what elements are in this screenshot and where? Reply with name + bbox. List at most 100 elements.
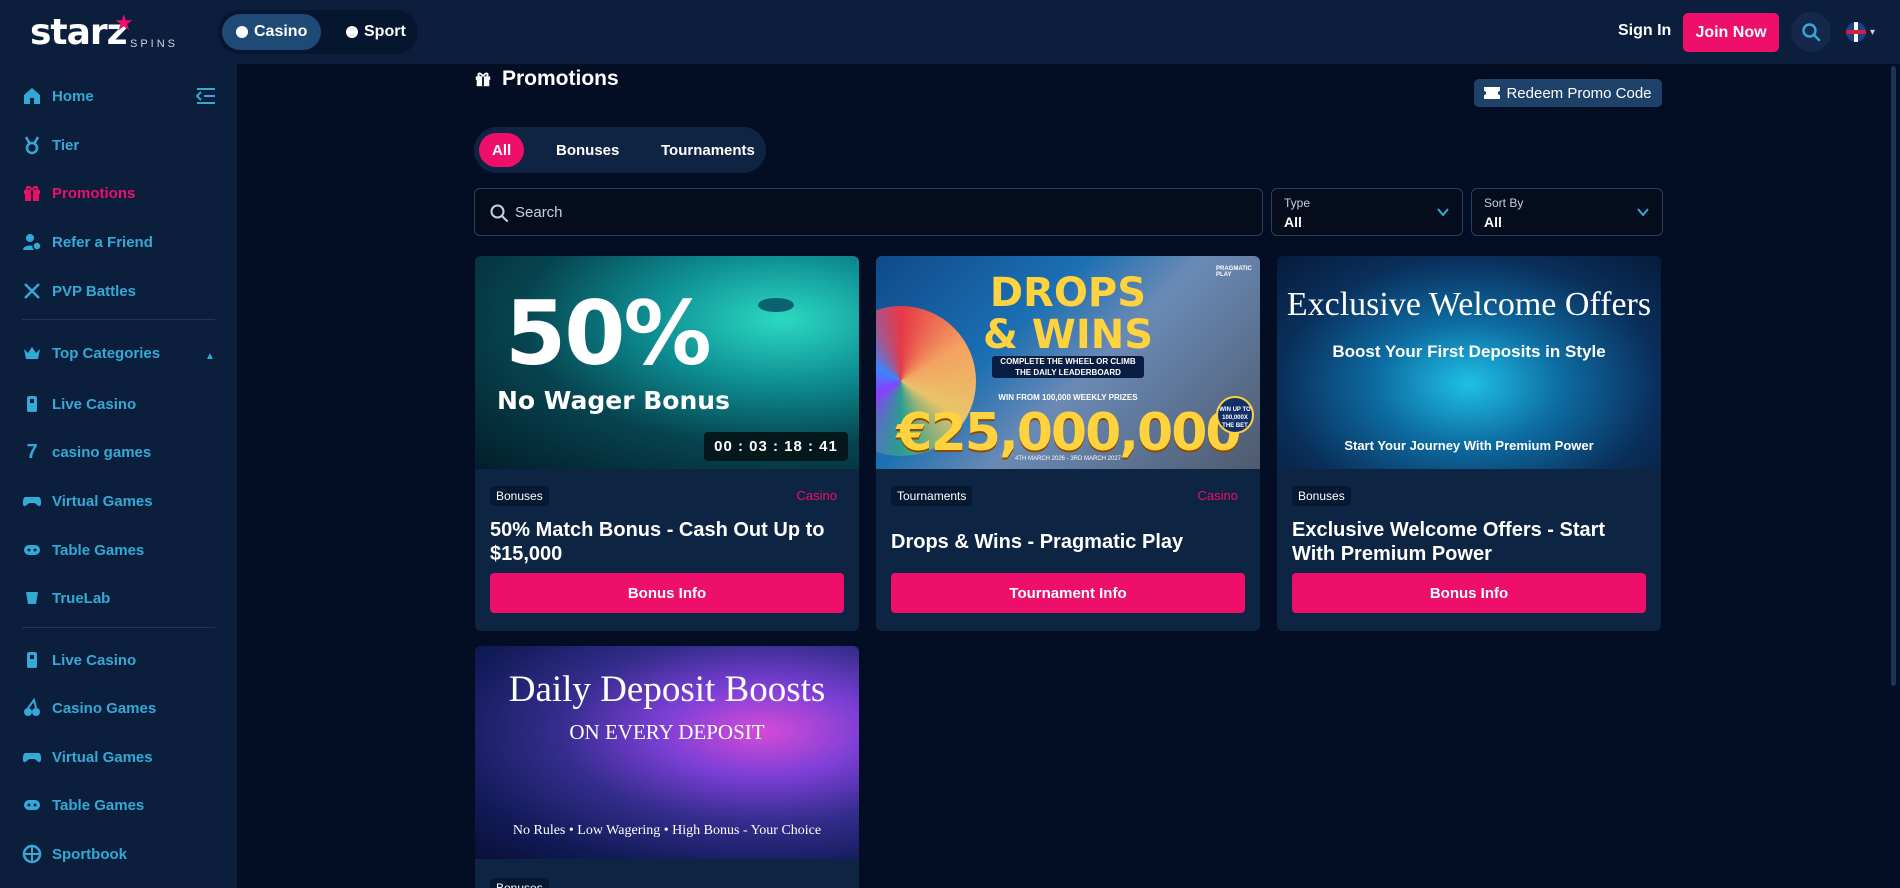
promo-banner[interactable]: Exclusive Welcome Offers Boost Your Firs…	[1277, 256, 1661, 469]
banner-headline: 50%	[505, 282, 712, 385]
page-title: Promotions	[474, 67, 619, 91]
dealer-icon	[27, 396, 37, 412]
banner-footer: No Rules • Low Wagering • High Bonus - Y…	[512, 823, 822, 838]
cherries-icon	[24, 698, 40, 716]
swords-icon	[24, 283, 40, 299]
sidebar-item-tier[interactable]: Tier	[22, 135, 79, 155]
sort-by-select[interactable]: Sort By All	[1471, 188, 1663, 236]
scrollbar-thumb[interactable]	[1891, 66, 1896, 686]
sidebar-item-casino-games[interactable]: 7 casino games	[22, 442, 151, 462]
sidebar-item-label: Live Casino	[52, 651, 137, 669]
promo-banner[interactable]: 50% No Wager Bonus 00 : 03 : 18 : 41	[475, 256, 859, 469]
sidebar-item-casino-games-2[interactable]: Casino Games	[22, 698, 156, 718]
sidebar-item-label: Refer a Friend	[52, 233, 153, 251]
sidebar-item-pvp-battles[interactable]: PVP Battles	[22, 281, 136, 301]
tab-tournaments[interactable]: Tournaments	[649, 133, 767, 167]
uk-flag-icon	[1846, 22, 1866, 42]
sidebar-item-label: Casino Games	[52, 699, 157, 717]
tab-bonuses[interactable]: Bonuses	[544, 133, 631, 167]
sign-in-link[interactable]: Sign In	[1618, 22, 1671, 40]
sidebar-item-label: Virtual Games	[52, 492, 153, 510]
sidebar-item-label: TrueLab	[52, 589, 111, 607]
user-plus-icon	[23, 234, 42, 251]
promo-banner[interactable]: PRAGMATIC PLAY DROPS & WINS COMPLETE THE…	[876, 256, 1260, 469]
sidebar-item-sportbook[interactable]: Sportbook	[22, 844, 127, 864]
banner-win-badge: WIN UP TO 100,000X THE BET	[1216, 396, 1254, 434]
sidebar-item-live-casino[interactable]: Live Casino	[22, 394, 136, 414]
ticket-icon	[1484, 87, 1501, 99]
table-icon	[24, 800, 40, 810]
top-header: starz ★ SPINS Casino Sport Sign In Join …	[0, 0, 1900, 64]
banner-dates: 4TH MARCH 2026 - 3RD MARCH 2027	[1014, 456, 1122, 462]
truelab-icon	[26, 592, 38, 604]
top-categories-label: Top Categories	[52, 344, 161, 362]
banner-headline: Daily Deposit Boosts	[508, 669, 826, 710]
medal-icon	[24, 136, 40, 155]
header-search-button[interactable]	[1791, 12, 1831, 52]
sidebar-item-table-games[interactable]: Table Games	[22, 540, 144, 560]
sidebar-item-label: PVP Battles	[52, 282, 136, 300]
sort-label: Sort By	[1484, 196, 1524, 210]
sidebar-item-table-games-2[interactable]: Table Games	[22, 795, 144, 815]
banner-subline: No Wager Bonus	[497, 386, 730, 415]
chevron-up-icon[interactable]: ▲	[205, 351, 215, 362]
promotion-tabs: All Bonuses Tournaments	[474, 127, 766, 173]
tournament-info-button[interactable]: Tournament Info	[891, 573, 1245, 613]
search-icon	[490, 204, 508, 222]
promo-type-badge: Tournaments	[891, 486, 973, 506]
promo-title: Drops & Wins - Pragmatic Play	[891, 531, 1184, 553]
logo-subtext: SPINS	[130, 38, 179, 50]
sidebar: Home Tier Promotions Refer a Friend PVP …	[0, 64, 237, 888]
banner-instructions: COMPLETE THE WHEEL OR CLIMB THE DAILY LE…	[992, 356, 1144, 378]
casino-mode-label: Casino	[254, 23, 308, 40]
sidebar-item-virtual-games[interactable]: Virtual Games	[22, 491, 153, 511]
collapse-sidebar-icon[interactable]	[195, 86, 217, 106]
promo-banner[interactable]: Daily Deposit Boosts ON EVERY DEPOSIT No…	[475, 646, 859, 859]
page-title-text: Promotions	[502, 67, 619, 90]
sidebar-item-refer-a-friend[interactable]: Refer a Friend	[22, 232, 153, 252]
logo-text: starz	[30, 12, 128, 53]
sidebar-item-label: Table Games	[52, 541, 145, 559]
tab-all[interactable]: All	[479, 133, 525, 167]
gamepad-icon	[22, 497, 42, 507]
sidebar-item-label: casino games	[52, 443, 152, 461]
banner-subline: Boost Your First Deposits in Style	[1332, 342, 1606, 361]
redeem-promo-code-button[interactable]: Redeem Promo Code	[1474, 79, 1662, 107]
casino-mode-button[interactable]: Casino	[222, 14, 322, 50]
chevron-down-icon	[1637, 208, 1649, 217]
sidebar-item-promotions[interactable]: Promotions	[22, 183, 135, 203]
sidebar-item-live-casino-2[interactable]: Live Casino	[22, 650, 136, 670]
ball-icon	[346, 26, 358, 38]
promotion-card: Exclusive Welcome Offers Boost Your Firs…	[1277, 256, 1661, 631]
banner-amount: €25,000,000	[896, 403, 1241, 463]
sidebar-divider	[22, 627, 215, 628]
search-input[interactable]	[515, 189, 1255, 235]
promo-title: 50% Match Bonus - Cash Out Up to $15,000	[490, 519, 825, 565]
chevron-down-icon	[1437, 208, 1449, 217]
sidebar-item-truelab[interactable]: TrueLab	[22, 588, 110, 608]
sport-mode-button[interactable]: Sport	[332, 14, 420, 50]
sidebar-item-label: Sportbook	[52, 845, 127, 863]
sort-value: All	[1484, 214, 1502, 230]
type-select[interactable]: Type All	[1271, 188, 1463, 236]
bonus-info-button[interactable]: Bonus Info	[1292, 573, 1646, 613]
promotion-search	[474, 188, 1263, 236]
gamepad-icon	[22, 753, 42, 763]
sidebar-item-label: Virtual Games	[52, 748, 153, 766]
home-icon	[24, 88, 40, 104]
sidebar-item-home[interactable]: Home	[22, 86, 94, 106]
page-scrollbar[interactable]	[1888, 64, 1900, 888]
sidebar-item-label: Tier	[52, 136, 80, 154]
seven-icon: 7	[26, 441, 38, 463]
type-value: All	[1284, 214, 1302, 230]
join-now-button[interactable]: Join Now	[1683, 13, 1779, 52]
basketball-icon	[22, 844, 42, 864]
crown-icon	[24, 347, 40, 359]
language-selector[interactable]: ▾	[1846, 22, 1875, 42]
promotion-card: PRAGMATIC PLAY DROPS & WINS COMPLETE THE…	[876, 256, 1260, 631]
countdown-timer: 00 : 03 : 18 : 41	[704, 432, 848, 461]
top-categories-toggle[interactable]: Top Categories	[22, 343, 160, 363]
sport-mode-label: Sport	[364, 23, 406, 40]
bonus-info-button[interactable]: Bonus Info	[490, 573, 844, 613]
sidebar-item-virtual-games-2[interactable]: Virtual Games	[22, 747, 153, 767]
